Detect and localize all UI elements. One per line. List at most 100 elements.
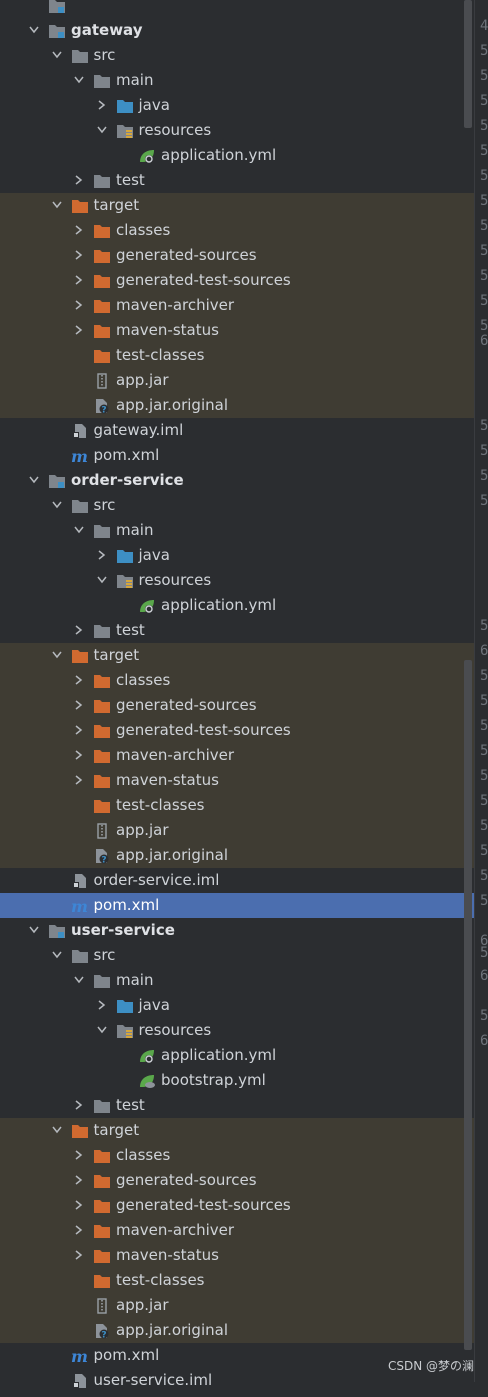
chevron-down-icon[interactable] [49,1118,65,1143]
tree-row[interactable]: maven-status [0,768,474,793]
tree-row[interactable]: target [0,1118,474,1143]
tree-row[interactable]: m pom.xml [0,443,474,468]
tree-row[interactable] [0,0,474,18]
tree-row[interactable]: target [0,193,474,218]
chevron-right-icon[interactable] [71,1143,87,1168]
tree-row[interactable]: application.yml [0,593,474,618]
tree-row[interactable]: maven-status [0,318,474,343]
tree-row[interactable]: bootstrap.yml [0,1068,474,1093]
chevron-right-icon[interactable] [71,1093,87,1118]
tree-row[interactable]: test [0,1093,474,1118]
chevron-down-icon[interactable] [49,493,65,518]
chevron-right-icon[interactable] [71,293,87,318]
tree-row[interactable]: src [0,493,474,518]
tree-row[interactable]: generated-test-sources [0,718,474,743]
chevron-down-icon[interactable] [26,18,42,43]
scrollbar-thumb-lower[interactable] [464,660,472,1350]
chevron-right-icon[interactable] [71,218,87,243]
jar-icon [93,372,111,389]
chevron-right-icon[interactable] [71,693,87,718]
tree-row[interactable]: classes [0,1143,474,1168]
chevron-right-icon[interactable] [71,743,87,768]
tree-row[interactable]: test-classes [0,343,474,368]
module-folder-icon [48,922,66,939]
tree-row[interactable]: classes [0,218,474,243]
chevron-right-icon[interactable] [94,93,110,118]
chevron-right-icon[interactable] [71,1193,87,1218]
chevron-right-icon[interactable] [71,668,87,693]
chevron-right-icon[interactable] [71,1168,87,1193]
tree-row-label: pom.xml [93,1346,160,1364]
tree-row[interactable]: ? app.jar.original [0,1318,474,1343]
tree-row-label: classes [116,671,171,689]
tree-row[interactable]: app.jar [0,1293,474,1318]
scrollbar-thumb[interactable] [464,0,472,128]
gutter-mark: 6 [480,1033,488,1049]
tree-row[interactable]: maven-status [0,1243,474,1268]
tree-row[interactable]: application.yml [0,1043,474,1068]
tree-row[interactable]: generated-sources [0,693,474,718]
chevron-down-icon[interactable] [94,1018,110,1043]
tree-row[interactable]: java [0,543,474,568]
chevron-right-icon[interactable] [71,618,87,643]
chevron-right-icon[interactable] [71,718,87,743]
tree-row[interactable]: m pom.xml [0,893,474,918]
chevron-right-icon[interactable] [71,1218,87,1243]
tree-row[interactable]: maven-archiver [0,293,474,318]
tree-row[interactable]: test-classes [0,793,474,818]
chevron-right-icon[interactable] [94,993,110,1018]
tree-row[interactable]: application.yml [0,143,474,168]
tree-row[interactable]: java [0,993,474,1018]
chevron-right-icon[interactable] [71,768,87,793]
tree-row[interactable]: target [0,643,474,668]
tree-row[interactable]: main [0,518,474,543]
tree-row[interactable]: classes [0,668,474,693]
tree-row[interactable]: resources [0,118,474,143]
chevron-down-icon[interactable] [26,468,42,493]
tree-row[interactable]: resources [0,568,474,593]
chevron-down-icon[interactable] [71,518,87,543]
tree-row[interactable]: ? app.jar.original [0,393,474,418]
tree-row[interactable]: order-service.iml [0,868,474,893]
tree-row[interactable]: test [0,618,474,643]
chevron-down-icon[interactable] [49,43,65,68]
chevron-down-icon[interactable] [49,943,65,968]
chevron-right-icon[interactable] [71,168,87,193]
chevron-down-icon[interactable] [26,918,42,943]
tree-row[interactable]: src [0,43,474,68]
chevron-right-icon[interactable] [71,1243,87,1268]
chevron-right-icon[interactable] [94,543,110,568]
excluded-folder-icon [93,1222,111,1239]
tree-row[interactable]: app.jar [0,818,474,843]
chevron-down-icon[interactable] [94,118,110,143]
tree-row[interactable]: resources [0,1018,474,1043]
tree-row[interactable]: order-service [0,468,474,493]
tree-row[interactable]: ? app.jar.original [0,843,474,868]
tree-row[interactable]: app.jar [0,368,474,393]
tree-row[interactable]: maven-archiver [0,1218,474,1243]
project-tree[interactable]: gateway src main java resources application.y… [0,0,474,1393]
chevron-down-icon[interactable] [49,643,65,668]
tree-row[interactable]: generated-sources [0,243,474,268]
tree-row[interactable]: main [0,968,474,993]
tree-row[interactable]: test-classes [0,1268,474,1293]
chevron-right-icon[interactable] [71,318,87,343]
tree-row[interactable]: gateway.iml [0,418,474,443]
tree-row[interactable]: java [0,93,474,118]
tree-row[interactable]: gateway [0,18,474,43]
tree-row[interactable]: test [0,168,474,193]
tree-row[interactable]: user-service [0,918,474,943]
chevron-down-icon[interactable] [71,968,87,993]
tree-row[interactable]: generated-sources [0,1168,474,1193]
tree-row[interactable]: generated-test-sources [0,268,474,293]
chevron-right-icon[interactable] [71,243,87,268]
chevron-down-icon[interactable] [49,193,65,218]
tree-row[interactable]: generated-test-sources [0,1193,474,1218]
chevron-right-icon[interactable] [71,268,87,293]
chevron-down-icon[interactable] [71,68,87,93]
tree-row[interactable]: src [0,943,474,968]
chevron-down-icon[interactable] [94,568,110,593]
tree-row[interactable]: maven-archiver [0,743,474,768]
module-folder-icon [48,22,66,39]
tree-row[interactable]: main [0,68,474,93]
